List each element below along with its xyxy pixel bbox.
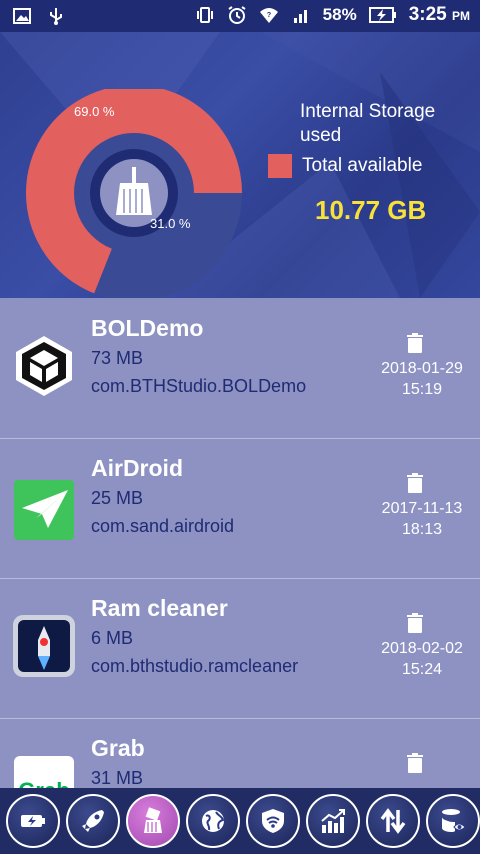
storage-header: 69.0 % 31.0 % Internal Storage used Tota… [0,32,480,298]
transfer-icon [380,808,406,834]
delete-icon[interactable] [405,752,425,774]
nav-cleaner[interactable] [126,794,180,848]
legend-swatch [268,154,292,178]
legend-available-label: Total available [302,155,423,176]
bottom-nav [0,788,480,854]
storage-donut-chart [26,89,242,298]
delete-icon[interactable] [405,612,425,634]
total-available-value: 10.77 GB [315,195,427,225]
nav-booster[interactable] [66,794,120,848]
legend-used: Internal Storage used [300,101,436,146]
svg-text:?: ? [267,12,271,19]
signal-icon [293,10,307,23]
nav-storage[interactable] [426,794,480,848]
grab-icon: Grab [14,756,74,788]
vibrate-icon [196,7,213,23]
app-name: BOLDemo [91,315,204,341]
nav-wifi-security[interactable] [246,794,300,848]
app-name: AirDroid [91,455,183,481]
app-package: com.BTHStudio.BOLDemo [91,376,307,396]
ram-cleaner-icon [13,615,75,677]
free-percent-label: 31.0 % [150,216,191,231]
app-install-date: 2018-02-02 15:24 [381,640,463,678]
app-size: 25 MB [91,488,144,508]
list-item[interactable]: AirDroid 25 MB com.sand.airdroid 2017-11… [0,438,480,579]
gallery-icon [13,8,31,24]
app-install-date: 2017-11-13 18:13 [381,500,463,538]
chart-icon [321,809,345,833]
delete-icon[interactable] [405,472,425,494]
used-percent-label: 69.0 % [74,104,115,119]
battery-charging-icon [368,7,396,23]
clock: 3:25 PM [408,4,470,25]
app-list[interactable]: BOLDemo 73 MB com.BTHStudio.BOLDemo 2018… [0,298,480,788]
wifi-shield-icon [262,809,284,833]
battery-icon [21,815,45,827]
broom-icon [144,807,162,833]
delete-icon[interactable] [405,332,425,354]
airdroid-icon [14,480,74,540]
app-package: com.bthstudio.ramcleaner [91,656,299,676]
globe-icon [202,810,225,832]
list-item[interactable]: BOLDemo 73 MB com.BTHStudio.BOLDemo 2018… [0,298,480,439]
nav-browser[interactable] [186,794,240,848]
svg-text:Grab: Grab [18,778,69,788]
list-item[interactable]: Grab Grab 31 MB [0,718,480,788]
status-bar: ? 58% 3:25 PM [0,0,480,32]
nav-battery[interactable] [6,794,60,848]
storage-eye-icon [442,809,466,832]
nav-data-usage[interactable] [366,794,420,848]
battery-percent: 58% [322,5,357,24]
unity-icon [16,336,72,396]
app-install-date: 2018-01-29 15:19 [381,360,463,398]
usb-icon [50,8,62,25]
app-name: Ram cleaner [91,595,228,621]
alarm-icon [228,6,246,24]
rocket-icon [82,810,104,832]
app-size: 73 MB [91,348,144,368]
app-name: Grab [91,735,145,761]
app-size: 6 MB [91,628,134,648]
nav-stats[interactable] [306,794,360,848]
list-item[interactable]: Ram cleaner 6 MB com.bthstudio.ramcleane… [0,578,480,719]
app-package: com.sand.airdroid [91,516,235,536]
app-size: 31 MB [91,768,144,788]
wifi-icon: ? [259,8,278,23]
legend-available: Total available [268,154,422,178]
